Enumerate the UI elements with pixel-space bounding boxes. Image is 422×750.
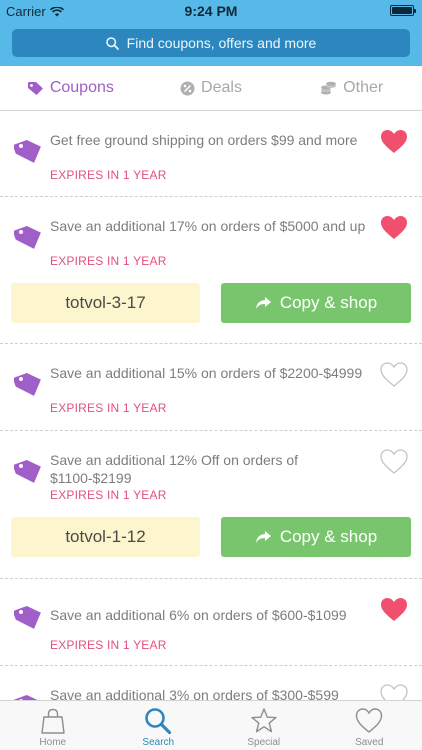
tag-icon [14, 606, 41, 629]
coupon-description: Save an additional 17% on orders of $500… [50, 218, 366, 234]
copy-and-shop-button[interactable]: Copy & shop [221, 283, 411, 323]
tab-other-label: Other [343, 79, 384, 96]
list-item[interactable]: Save an additional 6% on orders of $600-… [0, 579, 422, 666]
shopping-bag-icon [41, 708, 65, 734]
coupon-list[interactable]: Get free ground shipping on orders $99 a… [0, 111, 422, 700]
search-placeholder: Find coupons, offers and more [126, 35, 317, 51]
coupon-description: Save an additional 3% on orders of $300-… [50, 687, 339, 700]
expires-label: EXPIRES IN 1 YEAR [50, 168, 167, 182]
coupon-code-row: totvol-1-12 Copy & shop [0, 517, 422, 575]
clock: 9:24 PM [184, 3, 238, 19]
tab-deals-label: Deals [201, 79, 242, 96]
category-tabs: Coupons Deals Other [0, 66, 422, 111]
search-input[interactable]: Find coupons, offers and more [12, 29, 410, 57]
heart-outline-icon[interactable] [380, 684, 408, 700]
list-item[interactable]: Save an additional 3% on orders of $300-… [0, 666, 422, 700]
copy-and-shop-label: Copy & shop [279, 293, 378, 312]
list-item[interactable]: Save an additional 12% Off on orders of … [0, 431, 422, 579]
tag-icon [14, 695, 41, 700]
heart-icon[interactable] [380, 215, 408, 241]
tabbar-search-label: Search [142, 737, 175, 748]
expires-label: EXPIRES IN 1 YEAR [50, 488, 167, 502]
tabbar-saved-label: Saved [355, 737, 384, 748]
search-icon [105, 36, 119, 50]
status-bar: Carrier 9:24 PM [0, 0, 422, 22]
share-arrow-icon [255, 297, 271, 309]
coupon-description: Save an additional 15% on orders of $220… [50, 365, 363, 381]
tabbar-special-label: Special [247, 737, 281, 748]
copy-and-shop-label: Copy & shop [279, 527, 378, 546]
expires-label: EXPIRES IN 1 YEAR [50, 401, 167, 415]
heart-outline-icon[interactable] [380, 362, 408, 388]
tabbar-home[interactable]: Home [0, 701, 106, 750]
coupon-code[interactable]: totvol-1-12 [11, 517, 200, 557]
tabbar-search[interactable]: Search [106, 701, 212, 750]
copy-and-shop-button[interactable]: Copy & shop [221, 517, 411, 557]
tabbar-home-label: Home [39, 737, 67, 748]
share-arrow-icon [255, 531, 271, 543]
tag-icon [14, 373, 41, 396]
search-icon [145, 708, 172, 735]
coupon-code-row: totvol-3-17 Copy & shop [0, 283, 422, 341]
coupon-description: Get free ground shipping on orders $99 a… [50, 132, 358, 148]
tab-other[interactable]: Other [281, 66, 422, 110]
heart-outline-icon[interactable] [380, 449, 408, 475]
tab-coupons-label: Coupons [49, 79, 114, 96]
tag-icon [14, 226, 41, 249]
discount-icon [180, 81, 195, 95]
list-item[interactable]: Get free ground shipping on orders $99 a… [0, 111, 422, 197]
heart-icon [356, 708, 383, 733]
star-icon [251, 708, 277, 733]
tag-icon [27, 81, 43, 95]
tabbar-saved[interactable]: Saved [317, 701, 422, 750]
coins-icon [321, 81, 337, 94]
tag-icon [14, 140, 41, 163]
heart-icon[interactable] [380, 129, 408, 155]
tag-icon [14, 460, 41, 483]
tab-deals[interactable]: Deals [141, 66, 282, 110]
heart-icon[interactable] [380, 597, 408, 623]
bottom-tab-bar: Home Search Special Saved [0, 700, 422, 750]
coupon-code[interactable]: totvol-3-17 [11, 283, 200, 323]
list-item[interactable]: Save an additional 17% on orders of $500… [0, 197, 422, 344]
expires-label: EXPIRES IN 1 YEAR [50, 638, 167, 652]
tabbar-special[interactable]: Special [211, 701, 317, 750]
coupon-description: Save an additional 12% Off on orders of … [50, 452, 299, 486]
list-item[interactable]: Save an additional 15% on orders of $220… [0, 344, 422, 431]
expires-label: EXPIRES IN 1 YEAR [50, 254, 167, 268]
battery-icon [390, 5, 416, 16]
app-header: Carrier 9:24 PM Find coupons, offers and… [0, 0, 422, 66]
tab-coupons[interactable]: Coupons [0, 66, 141, 110]
coupon-description: Save an additional 6% on orders of $600-… [50, 607, 347, 623]
